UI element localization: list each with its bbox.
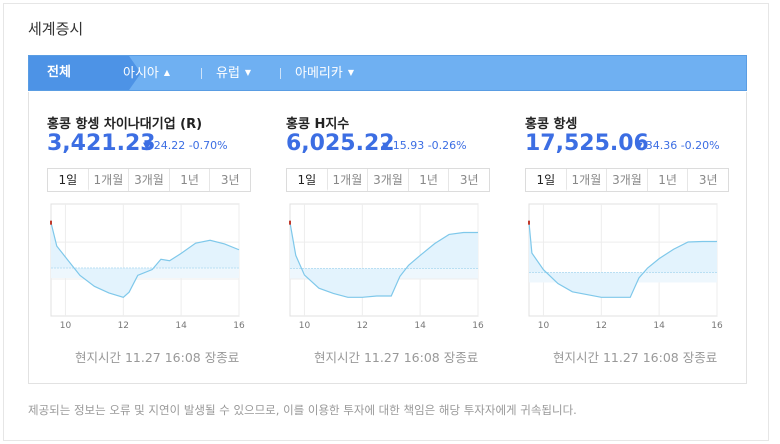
- tab-all[interactable]: 전체: [29, 56, 141, 90]
- index-price: 3,421.23: [47, 131, 156, 156]
- index-name[interactable]: 홍콩 항셍: [525, 113, 577, 132]
- x-tick-label: 14: [653, 321, 665, 331]
- tab-asia-label: 아시아: [123, 66, 159, 81]
- market-status: 현지시간 11.27 16:08 장종료: [553, 350, 718, 365]
- region-tab-bar: 전체 아시아 ▲ 유럽 ▼ 아메리카 ▼: [28, 55, 747, 91]
- period-tab-1m[interactable]: 1개월: [328, 169, 369, 191]
- intraday-chart: 10 12 14 16: [528, 203, 723, 331]
- series-area: [529, 222, 717, 298]
- intraday-chart: 10 12 14 16: [50, 203, 245, 331]
- index-price: 17,525.06: [525, 131, 649, 156]
- down-triangle-icon: ▼: [143, 141, 151, 152]
- tab-europe[interactable]: 유럽 ▼: [216, 56, 251, 90]
- open-marker: [289, 220, 291, 225]
- down-triangle-icon: ▼: [382, 141, 390, 152]
- index-price: 6,025.22: [286, 131, 395, 156]
- period-tab-1d[interactable]: 1일: [526, 169, 567, 191]
- x-tick-label: 10: [538, 321, 550, 331]
- tab-america[interactable]: 아메리카 ▼: [295, 56, 354, 90]
- x-tick-label: 12: [118, 321, 129, 331]
- period-tab-1y[interactable]: 1년: [409, 169, 450, 191]
- x-tick-label: 10: [299, 321, 311, 331]
- x-tick-label: 14: [175, 321, 187, 331]
- period-tabs: 1일 1개월 3개월 1년 3년: [47, 168, 251, 192]
- intraday-chart: 10 12 14 16: [289, 203, 484, 331]
- widget-title: 세계증시: [28, 20, 84, 38]
- period-tab-1m[interactable]: 1개월: [89, 169, 130, 191]
- index-change: ▼ 24.22 -0.70%: [143, 139, 228, 152]
- x-tick-label: 12: [357, 321, 368, 331]
- index-card-hscei: 홍콩 항셍 차이나대기업 (R) 3,421.23 ▼ 24.22 -0.70% …: [29, 92, 251, 382]
- index-change: ▼ 15.93 -0.26%: [382, 139, 467, 152]
- open-marker: [528, 220, 530, 225]
- caret-down-icon: ▼: [347, 68, 354, 77]
- index-panel: 홍콩 항셍 차이나대기업 (R) 3,421.23 ▼ 24.22 -0.70% …: [28, 92, 747, 384]
- tab-europe-label: 유럽: [216, 66, 240, 81]
- tab-divider: [280, 68, 281, 79]
- series-area: [51, 222, 239, 298]
- x-tick-label: 16: [233, 321, 245, 331]
- x-tick-label: 14: [414, 321, 426, 331]
- market-status: 현지시간 11.27 16:08 장종료: [75, 350, 240, 365]
- period-tab-3m[interactable]: 3개월: [607, 169, 648, 191]
- period-tab-1d[interactable]: 1일: [48, 169, 89, 191]
- caret-down-icon: ▼: [244, 68, 252, 77]
- x-tick-label: 16: [472, 321, 484, 331]
- tab-divider: [201, 68, 202, 79]
- down-triangle-icon: ▼: [635, 141, 643, 152]
- period-tabs: 1일 1개월 3개월 1년 3년: [525, 168, 729, 192]
- index-name[interactable]: 홍콩 H지수: [286, 113, 349, 132]
- period-tab-3y[interactable]: 3년: [210, 169, 250, 191]
- tab-all-label: 전체: [47, 65, 71, 80]
- period-tab-1y[interactable]: 1년: [648, 169, 689, 191]
- market-status: 현지시간 11.27 16:08 장종료: [314, 350, 479, 365]
- index-change-value: 34.36 -0.20%: [645, 139, 720, 152]
- open-marker: [50, 220, 52, 225]
- index-change-value: 15.93 -0.26%: [392, 139, 467, 152]
- period-tab-3y[interactable]: 3년: [449, 169, 489, 191]
- tab-america-label: 아메리카: [295, 66, 343, 81]
- period-tab-3m[interactable]: 3개월: [129, 169, 170, 191]
- index-name[interactable]: 홍콩 항셍 차이나대기업 (R): [47, 113, 202, 132]
- x-tick-label: 16: [711, 321, 723, 331]
- period-tab-1m[interactable]: 1개월: [567, 169, 608, 191]
- x-tick-label: 12: [596, 321, 607, 331]
- period-tab-3y[interactable]: 3년: [688, 169, 728, 191]
- index-change-value: 24.22 -0.70%: [153, 139, 228, 152]
- disclaimer-text: 제공되는 정보는 오류 및 지연이 발생될 수 있으므로, 이를 이용한 투자에…: [28, 403, 577, 417]
- index-card-h-shares: 홍콩 H지수 6,025.22 ▼ 15.93 -0.26% 1일 1개월 3개월…: [268, 92, 490, 382]
- period-tabs: 1일 1개월 3개월 1년 3년: [286, 168, 490, 192]
- index-change: ▼ 34.36 -0.20%: [635, 139, 720, 152]
- period-tab-3m[interactable]: 3개월: [368, 169, 409, 191]
- caret-up-icon: ▲: [163, 68, 171, 77]
- index-card-hang-seng: 홍콩 항셍 17,525.06 ▼ 34.36 -0.20% 1일 1개월 3개월…: [507, 92, 729, 382]
- period-tab-1y[interactable]: 1년: [170, 169, 211, 191]
- tab-asia[interactable]: 아시아 ▲: [123, 56, 170, 90]
- x-tick-label: 10: [60, 321, 72, 331]
- period-tab-1d[interactable]: 1일: [287, 169, 328, 191]
